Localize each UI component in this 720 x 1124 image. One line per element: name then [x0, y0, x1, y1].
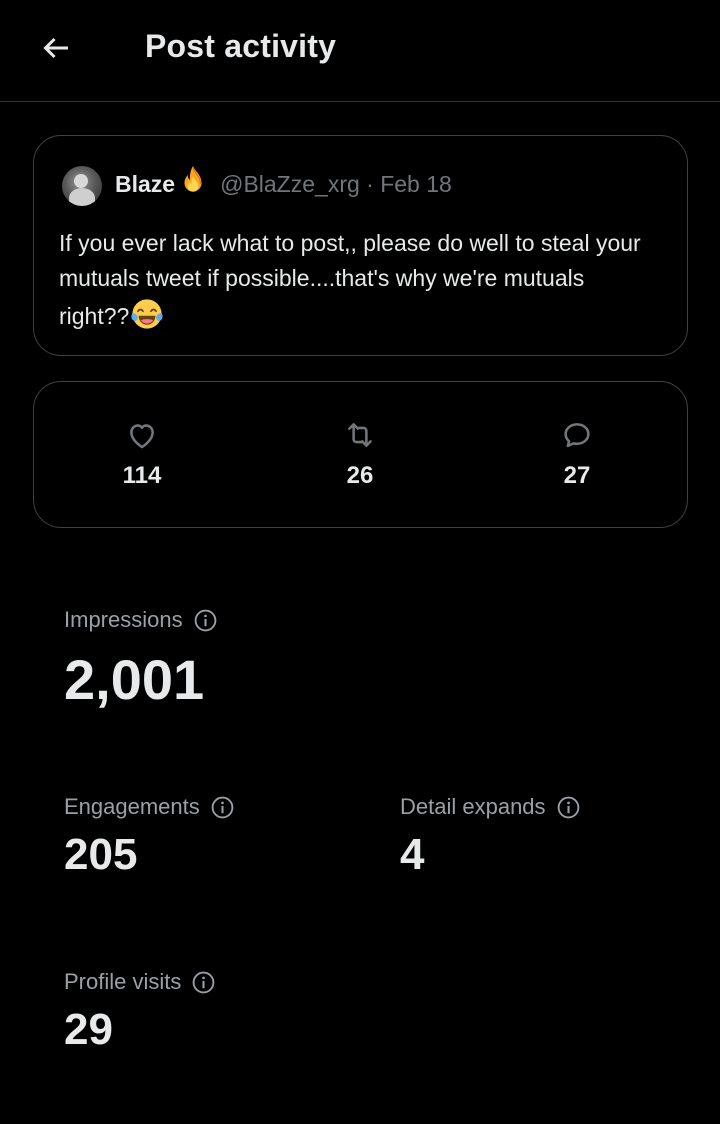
detail-expands-label: Detail expands [400, 794, 546, 819]
replies-stat[interactable]: 27 [517, 418, 637, 490]
fire-emoji-icon [184, 166, 202, 192]
author-name[interactable]: Blaze [115, 171, 175, 198]
likes-count: 114 [122, 462, 162, 489]
detail-expands-metric: Detail expands 4 [400, 794, 581, 880]
tears-of-joy-emoji-icon [131, 299, 163, 329]
engagements-label: Engagements [64, 794, 200, 819]
profile-visits-value: 29 [64, 1005, 113, 1054]
profile-visits-label: Profile visits [64, 969, 182, 994]
reposts-stat[interactable]: 26 [300, 418, 420, 490]
impressions-label: Impressions [64, 607, 183, 632]
info-circle-icon[interactable] [193, 608, 218, 633]
reply-bubble-icon [564, 423, 590, 448]
top-bar: Post activity [0, 0, 720, 102]
detail-expands-value: 4 [400, 830, 425, 879]
impressions-metric: Impressions 2,001 [64, 607, 218, 712]
reposts-count: 26 [346, 462, 374, 489]
repost-icon [348, 423, 372, 447]
back-button[interactable] [34, 26, 78, 70]
info-circle-icon[interactable] [191, 970, 216, 995]
profile-visits-metric: Profile visits 29 [64, 969, 216, 1055]
avatar[interactable] [62, 166, 102, 206]
heart-icon [130, 424, 154, 449]
info-circle-icon[interactable] [556, 795, 581, 820]
post-text: If you ever lack what to post,, please d… [59, 226, 659, 334]
handle-and-date: @BlaZze_xrg · Feb 18 [220, 170, 452, 197]
post-header: Blaze @BlaZze_xrg · Feb 18 [115, 166, 452, 198]
engagements-value: 205 [64, 830, 138, 879]
likes-stat[interactable]: 114 [82, 418, 202, 490]
impressions-value: 2,001 [64, 648, 205, 711]
replies-count: 27 [563, 462, 591, 489]
engagements-metric: Engagements 205 [64, 794, 235, 880]
quoted-post-card[interactable]: Blaze @BlaZze_xrg · Feb 18 If you ever l… [33, 135, 688, 356]
arrow-left-icon [43, 37, 68, 59]
info-circle-icon[interactable] [210, 795, 235, 820]
page-title: Post activity [145, 28, 337, 64]
engagement-summary-card: 114 26 27 [33, 381, 688, 528]
